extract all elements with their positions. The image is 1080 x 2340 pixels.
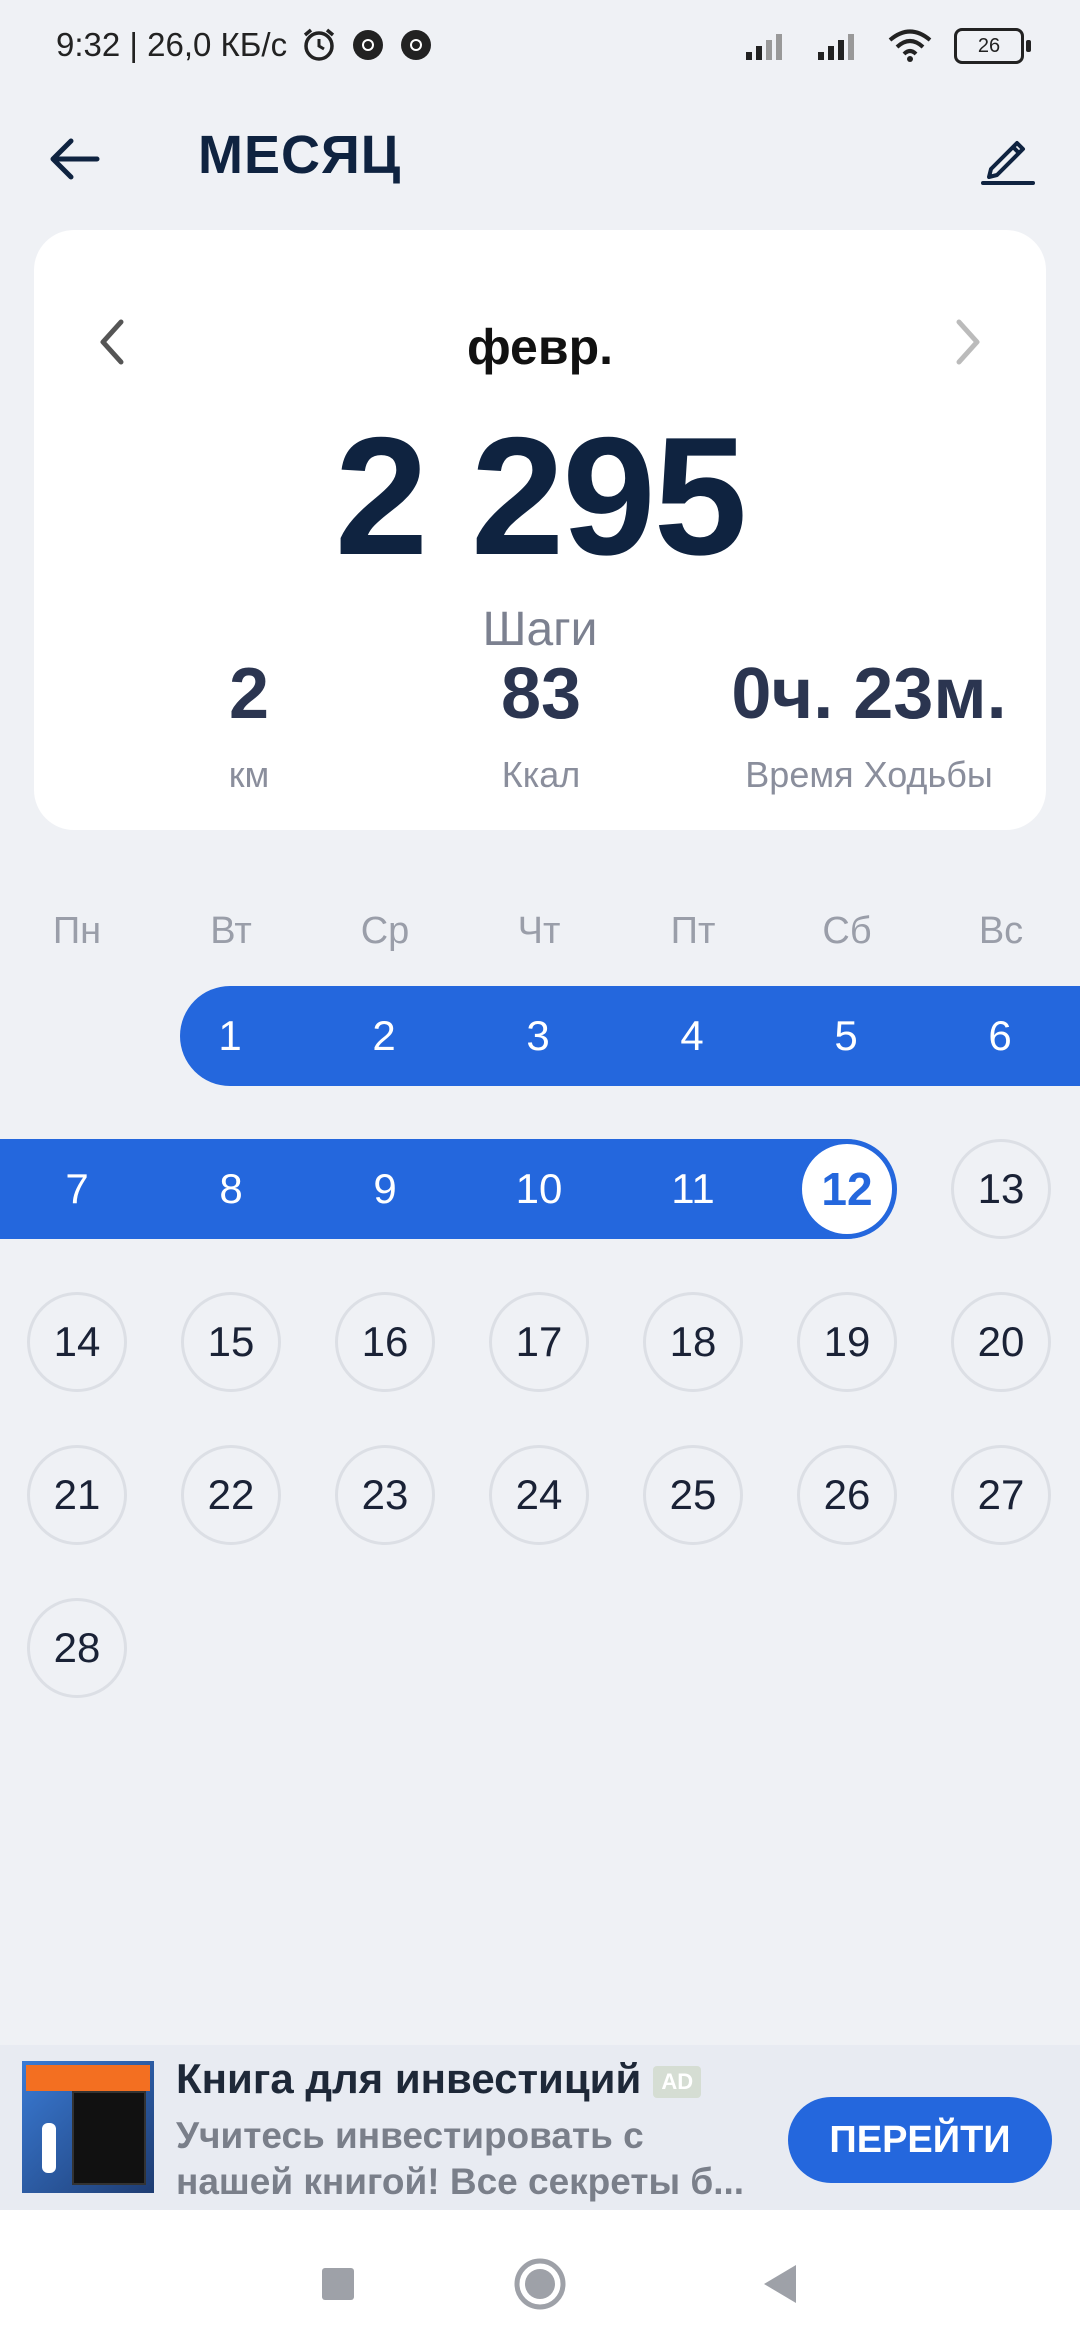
calendar-day[interactable]: 3 (488, 986, 588, 1086)
distance-unit: км (228, 754, 270, 795)
calendar-day[interactable]: 19 (797, 1292, 897, 1392)
calendar-day[interactable]: 28 (27, 1598, 127, 1698)
weekday-label: Чт (517, 910, 561, 952)
home-button[interactable] (508, 2252, 572, 2316)
chrome-icon (353, 30, 384, 60)
calendar-day[interactable]: 4 (642, 986, 742, 1086)
arrow-left-icon (50, 138, 100, 180)
calendar-day[interactable]: 25 (643, 1445, 743, 1545)
pencil-icon (981, 141, 1035, 185)
calendar-day[interactable]: 22 (181, 1445, 281, 1545)
back-button[interactable] (40, 124, 110, 194)
weekday-label: Вт (210, 910, 252, 952)
calendar-day[interactable]: 2 (334, 986, 434, 1086)
active-days-band (0, 1139, 896, 1239)
calories-value: 83 (500, 654, 582, 734)
triangle-back-icon (764, 2265, 796, 2303)
walk-time-label: Время Ходьбы (745, 754, 993, 795)
calendar-day[interactable]: 21 (27, 1445, 127, 1545)
recents-button[interactable] (306, 2252, 370, 2316)
calendar-day[interactable]: 11 (643, 1139, 743, 1239)
next-month-button[interactable] (938, 312, 998, 372)
edit-button[interactable] (972, 122, 1042, 192)
calendar-day[interactable]: 8 (181, 1139, 281, 1239)
ad-banner[interactable]: Книга для инвестиций AD Учитесь инвестиро… (0, 2045, 1080, 2210)
status-time: 9:32 | 26,0 КБ/с (56, 26, 288, 63)
calendar-day[interactable]: 17 (489, 1292, 589, 1392)
weekday-label: Сб (822, 910, 872, 952)
calendar-day-today[interactable]: 12 (797, 1139, 897, 1239)
ad-book-image[interactable] (22, 2061, 154, 2193)
system-nav-bar (0, 2210, 1080, 2340)
ad-description-line: нашей книгой! Все секреты б... (176, 2161, 745, 2202)
steps-label: Шаги (482, 603, 598, 656)
weekday-label: Ср (360, 910, 410, 952)
ad-title: Книга для инвестиций (176, 2055, 642, 2102)
distance-stat: 2 км (114, 658, 384, 796)
calendar-day[interactable]: 15 (181, 1292, 281, 1392)
calendar-day[interactable]: 20 (951, 1292, 1051, 1392)
calendar-day[interactable]: 6 (950, 986, 1050, 1086)
signal-icon (818, 34, 854, 60)
calendar-day[interactable]: 26 (797, 1445, 897, 1545)
calendar-day[interactable]: 7 (27, 1139, 127, 1239)
ad-cta-button[interactable]: ПЕРЕЙТИ (788, 2097, 1052, 2183)
steps-value: 2 295 (334, 402, 747, 590)
alarm-icon (303, 28, 335, 61)
walk-time-value: 0ч. 23м. (731, 654, 1007, 734)
calendar-day[interactable]: 10 (489, 1139, 589, 1239)
calories-unit: Ккал (501, 754, 581, 795)
status-bar: 9:32 | 26,0 КБ/с 26 (0, 0, 1080, 96)
signal-icon (746, 34, 782, 60)
distance-value: 2 (228, 654, 270, 734)
calendar-day[interactable]: 23 (335, 1445, 435, 1545)
page-title: МЕСЯЦ (198, 125, 402, 185)
summary-card: февр. 2 295 Шаги 2 км 83 Ккал 0ч. 23м. В… (34, 230, 1046, 830)
weekday-label: Вс (978, 910, 1024, 952)
ad-description: Учитесь инвестировать с нашей книгой! Вс… (176, 2113, 766, 2205)
active-days-band (180, 986, 1080, 1086)
app-bar: МЕСЯЦ (0, 110, 1080, 200)
walk-time-stat: 0ч. 23м. Время Ходьбы (694, 658, 1044, 796)
ad-description-line: Учитесь инвестировать с (176, 2115, 644, 2156)
weekday-label: Пт (670, 910, 716, 952)
calendar-day[interactable]: 9 (335, 1139, 435, 1239)
calories-stat: 83 Ккал (406, 658, 676, 796)
wifi-icon (888, 29, 932, 62)
calendar-day[interactable]: 5 (796, 986, 896, 1086)
calendar-day[interactable]: 27 (951, 1445, 1051, 1545)
back-nav-button[interactable] (748, 2252, 812, 2316)
calendar-day[interactable]: 13 (951, 1139, 1051, 1239)
calendar-day[interactable]: 24 (489, 1445, 589, 1545)
ad-badge: AD (653, 2065, 702, 2098)
weekday-label: Пн (52, 910, 102, 952)
chevron-right-icon (956, 319, 980, 365)
circle-icon (514, 2258, 566, 2310)
calendar-day[interactable]: 1 (180, 986, 280, 1086)
chrome-icon (401, 30, 432, 60)
calendar-day[interactable]: 16 (335, 1292, 435, 1392)
square-icon (322, 2268, 354, 2300)
month-label: февр. (466, 319, 614, 375)
calendar-day[interactable]: 18 (643, 1292, 743, 1392)
battery-indicator: 26 (954, 28, 1031, 64)
calendar-day[interactable]: 14 (27, 1292, 127, 1392)
